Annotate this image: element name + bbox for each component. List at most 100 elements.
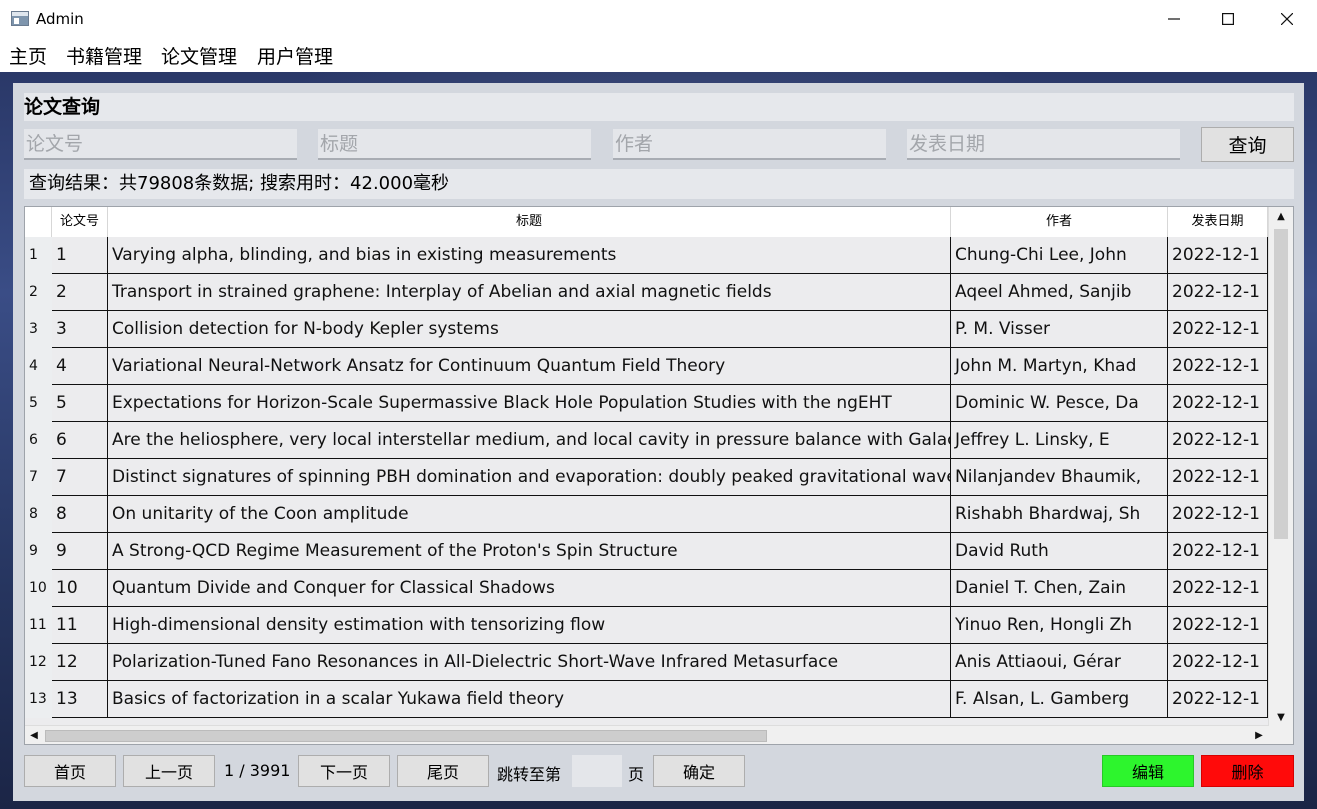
menu-item-books[interactable]: 书籍管理 (66, 42, 142, 69)
jump-page-input[interactable] (572, 755, 622, 787)
row-number[interactable]: 12 (25, 644, 52, 681)
date-input[interactable] (907, 129, 1180, 160)
cell-author[interactable]: P. M. Visser (951, 311, 1168, 348)
row-number[interactable]: 1 (25, 237, 52, 274)
table-row[interactable]: 5 5 Expectations for Horizon-Scale Superma… (25, 385, 1276, 422)
table-row[interactable]: 11 11 High-dimensional density estimation … (25, 607, 1276, 644)
delete-button[interactable]: 删除 (1201, 755, 1294, 787)
cell-paper-id[interactable]: 1 (52, 237, 108, 274)
row-number[interactable]: 8 (25, 496, 52, 533)
author-input[interactable] (613, 129, 886, 160)
cell-date[interactable]: 2022-12-1 (1168, 274, 1268, 311)
cell-paper-id[interactable]: 10 (52, 570, 108, 607)
row-number[interactable]: 4 (25, 348, 52, 385)
cell-date[interactable]: 2022-12-1 (1168, 681, 1268, 718)
horizontal-scroll-thumb[interactable] (45, 730, 767, 742)
cell-date[interactable]: 2022-12-1 (1168, 348, 1268, 385)
confirm-jump-button[interactable]: 确定 (653, 755, 745, 787)
table-row[interactable]: 8 8 On unitarity of the Coon amplitude Rish… (25, 496, 1276, 533)
table-row[interactable]: 10 10 Quantum Divide and Conquer for Class… (25, 570, 1276, 607)
cell-date[interactable]: 2022-12-1 (1168, 496, 1268, 533)
table-row[interactable]: 2 2 Transport in strained graphene: Interp… (25, 274, 1276, 311)
maximize-button[interactable] (1199, 0, 1257, 38)
table-row[interactable]: 3 3 Collision detection for N-body Kepler … (25, 311, 1276, 348)
cell-title[interactable]: Quantum Divide and Conquer for Classical… (108, 570, 951, 607)
cell-date[interactable]: 2022-12-1 (1168, 459, 1268, 496)
cell-title[interactable]: Varying alpha, blinding, and bias in exi… (108, 237, 951, 274)
close-button[interactable] (1258, 0, 1316, 38)
scroll-right-icon[interactable]: ▶ (1250, 726, 1268, 744)
table-row[interactable]: 7 7 Distinct signatures of spinning PBH do… (25, 459, 1276, 496)
cell-author[interactable]: Aqeel Ahmed, Sanjib (951, 274, 1168, 311)
last-page-button[interactable]: 尾页 (397, 755, 489, 787)
row-number[interactable]: 3 (25, 311, 52, 348)
title-input[interactable] (318, 129, 591, 160)
table-row[interactable]: 6 6 Are the heliosphere, very local inters… (25, 422, 1276, 459)
menu-item-papers[interactable]: 论文管理 (161, 42, 237, 69)
cell-title[interactable]: A Strong-QCD Regime Measurement of the P… (108, 533, 951, 570)
cell-title[interactable]: Transport in strained graphene: Interpla… (108, 274, 951, 311)
edit-button[interactable]: 编辑 (1102, 755, 1194, 787)
cell-date[interactable]: 2022-12-1 (1168, 311, 1268, 348)
horizontal-scrollbar[interactable]: ◀ ▶ (25, 725, 1268, 744)
column-header-author[interactable]: 作者 (951, 207, 1168, 237)
vertical-scroll-thumb[interactable] (1274, 229, 1288, 539)
cell-author[interactable]: F. Alsan, L. Gamberg (951, 681, 1168, 718)
first-page-button[interactable]: 首页 (24, 755, 116, 787)
cell-paper-id[interactable]: 8 (52, 496, 108, 533)
column-header-id[interactable]: 论文号 (52, 207, 108, 237)
cell-author[interactable]: David Ruth (951, 533, 1168, 570)
cell-title[interactable]: Collision detection for N-body Kepler sy… (108, 311, 951, 348)
cell-date[interactable]: 2022-12-1 (1168, 237, 1268, 274)
cell-author[interactable]: Nilanjandev Bhaumik, (951, 459, 1168, 496)
table-row[interactable]: 13 13 Basics of factorization in a scalar … (25, 681, 1276, 718)
minimize-button[interactable] (1145, 0, 1203, 38)
cell-paper-id[interactable]: 3 (52, 311, 108, 348)
cell-date[interactable]: 2022-12-1 (1168, 422, 1268, 459)
cell-date[interactable]: 2022-12-1 (1168, 385, 1268, 422)
cell-paper-id[interactable]: 7 (52, 459, 108, 496)
scroll-left-icon[interactable]: ◀ (25, 726, 43, 744)
cell-title[interactable]: Distinct signatures of spinning PBH domi… (108, 459, 951, 496)
cell-date[interactable]: 2022-12-1 (1168, 644, 1268, 681)
cell-author[interactable]: John M. Martyn, Khad (951, 348, 1168, 385)
cell-paper-id[interactable]: 6 (52, 422, 108, 459)
menu-item-home[interactable]: 主页 (9, 42, 47, 69)
cell-paper-id[interactable]: 4 (52, 348, 108, 385)
prev-page-button[interactable]: 上一页 (123, 755, 215, 787)
cell-author[interactable]: Dominic W. Pesce, Da (951, 385, 1168, 422)
row-number[interactable]: 10 (25, 570, 52, 607)
table-row[interactable]: 1 1 Varying alpha, blinding, and bias in e… (25, 237, 1276, 274)
cell-paper-id[interactable]: 12 (52, 644, 108, 681)
cell-paper-id[interactable]: 5 (52, 385, 108, 422)
cell-paper-id[interactable]: 2 (52, 274, 108, 311)
row-number[interactable]: 9 (25, 533, 52, 570)
cell-title[interactable]: Expectations for Horizon-Scale Supermass… (108, 385, 951, 422)
scroll-up-icon[interactable]: ▲ (1269, 207, 1293, 225)
cell-date[interactable]: 2022-12-1 (1168, 570, 1268, 607)
cell-title[interactable]: Are the heliosphere, very local interste… (108, 422, 951, 459)
cell-author[interactable]: Chung-Chi Lee, John (951, 237, 1168, 274)
cell-title[interactable]: High-dimensional density estimation with… (108, 607, 951, 644)
cell-title[interactable]: Polarization-Tuned Fano Resonances in Al… (108, 644, 951, 681)
row-number[interactable]: 6 (25, 422, 52, 459)
cell-author[interactable]: Anis Attiaoui, Gérar (951, 644, 1168, 681)
table-row[interactable]: 12 12 Polarization-Tuned Fano Resonances i… (25, 644, 1276, 681)
cell-title[interactable]: Variational Neural-Network Ansatz for Co… (108, 348, 951, 385)
cell-date[interactable]: 2022-12-1 (1168, 607, 1268, 644)
cell-paper-id[interactable]: 11 (52, 607, 108, 644)
cell-title[interactable]: On unitarity of the Coon amplitude (108, 496, 951, 533)
cell-author[interactable]: Rishabh Bhardwaj, Sh (951, 496, 1168, 533)
papers-table[interactable]: 论文号 标题 作者 发表日期 1 1 Varying alpha, blinding… (24, 206, 1294, 745)
cell-paper-id[interactable]: 9 (52, 533, 108, 570)
row-number[interactable]: 13 (25, 681, 52, 718)
cell-author[interactable]: Jeffrey L. Linsky, E (951, 422, 1168, 459)
cell-author[interactable]: Daniel T. Chen, Zain (951, 570, 1168, 607)
query-button[interactable]: 查询 (1201, 127, 1294, 162)
scroll-down-icon[interactable]: ▼ (1269, 708, 1293, 726)
table-row[interactable]: 4 4 Variational Neural-Network Ansatz for … (25, 348, 1276, 385)
menu-item-users[interactable]: 用户管理 (257, 42, 333, 69)
cell-paper-id[interactable]: 13 (52, 681, 108, 718)
cell-date[interactable]: 2022-12-1 (1168, 533, 1268, 570)
row-number[interactable]: 7 (25, 459, 52, 496)
